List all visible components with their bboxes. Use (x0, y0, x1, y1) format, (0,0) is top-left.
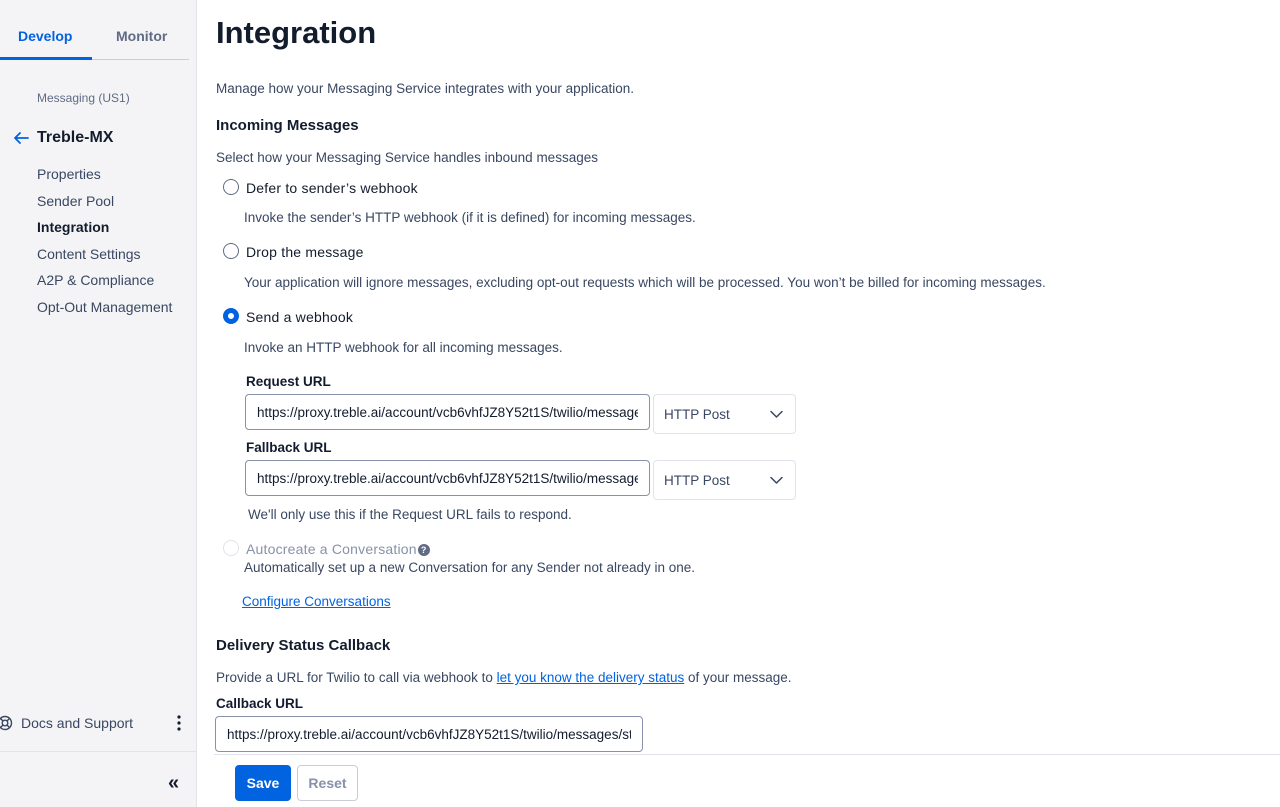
reset-button[interactable]: Reset (297, 765, 358, 801)
request-url-label: Request URL (246, 374, 331, 389)
fallback-url-input[interactable] (245, 460, 650, 496)
autocreate-conversation-text: Autocreate a Conversation (246, 541, 417, 557)
delivery-description-text: Provide a URL for Twilio to call via web… (216, 670, 497, 685)
service-name: Treble-MX (37, 129, 114, 146)
request-method-value: HTTP Post (664, 407, 730, 422)
sidebar-item-content-settings[interactable]: Content Settings (37, 245, 172, 272)
page-title: Integration (216, 15, 377, 50)
docs-and-support[interactable]: Docs and Support (0, 713, 189, 733)
tab-monitor[interactable]: Monitor (116, 28, 167, 44)
fallback-url-label: Fallback URL (246, 440, 332, 455)
main-content: Integration Manage how your Messaging Se… (215, 0, 1280, 807)
sidebar-item-integration[interactable]: Integration (37, 218, 172, 245)
request-url-input[interactable] (245, 394, 650, 430)
fallback-method-value: HTTP Post (664, 473, 730, 488)
sidebar-divider (0, 751, 197, 752)
tab-develop[interactable]: Develop (18, 28, 72, 44)
sidebar-item-properties[interactable]: Properties (37, 165, 172, 192)
sidebar-item-opt-out-management[interactable]: Opt-Out Management (37, 298, 172, 325)
delivery-status-description: Provide a URL for Twilio to call via web… (216, 670, 792, 685)
delivery-status-link[interactable]: let you know the delivery status (497, 670, 685, 685)
delivery-description-tail: of your message. (684, 670, 792, 685)
autocreate-conversation-label: Autocreate a Conversation? (246, 541, 430, 557)
radio-label-send-webhook[interactable]: Send a webhook (246, 309, 353, 325)
more-options-icon[interactable] (176, 714, 182, 732)
fallback-method-select[interactable]: HTTP Post (653, 460, 796, 500)
incoming-messages-description: Select how your Messaging Service handle… (216, 150, 598, 165)
callback-url-input[interactable] (215, 716, 643, 752)
sidebar-tabs: Develop Monitor (0, 0, 189, 60)
radio-defer-to-sender-webhook[interactable] (223, 179, 239, 195)
radio-help-defer: Invoke the sender’s HTTP webhook (if it … (244, 210, 696, 225)
radio-drop-message[interactable] (223, 243, 239, 259)
question-mark-icon[interactable]: ? (417, 544, 430, 556)
product-label: Messaging (US1) (37, 91, 130, 105)
autocreate-conversation-help: Automatically set up a new Conversation … (244, 560, 696, 575)
chevron-down-icon (770, 410, 783, 418)
sidebar-item-sender-pool[interactable]: Sender Pool (37, 192, 172, 219)
sidebar-item-a2p-compliance[interactable]: A2P & Compliance (37, 271, 172, 298)
action-bar: Save Reset (214, 754, 1280, 807)
sidebar: Develop Monitor Messaging (US1) Treble-M… (0, 0, 197, 807)
radio-help-send-webhook: Invoke an HTTP webhook for all incoming … (244, 340, 563, 355)
collapse-sidebar-icon[interactable]: « (168, 772, 179, 795)
back-to-services-link[interactable]: Treble-MX (12, 129, 113, 147)
chevron-down-icon (770, 476, 783, 484)
fallback-url-help: We'll only use this if the Request URL f… (248, 507, 572, 522)
radio-autocreate-conversation (223, 540, 239, 556)
incoming-messages-title: Incoming Messages (216, 117, 359, 134)
page-description: Manage how your Messaging Service integr… (216, 81, 634, 96)
delivery-status-callback-title: Delivery Status Callback (216, 637, 391, 654)
radio-send-webhook[interactable] (223, 308, 239, 324)
radio-label-defer[interactable]: Defer to sender’s webhook (246, 180, 418, 196)
configure-conversations-link[interactable]: Configure Conversations (242, 594, 391, 609)
lifebuoy-icon (0, 715, 13, 731)
radio-label-drop[interactable]: Drop the message (246, 244, 364, 260)
radio-help-drop: Your application will ignore messages, e… (244, 275, 1046, 290)
active-tab-indicator (0, 57, 92, 60)
sidebar-nav: Properties Sender Pool Integration Conte… (37, 165, 172, 325)
request-method-select[interactable]: HTTP Post (653, 394, 796, 434)
arrow-left-icon (14, 132, 29, 144)
save-button[interactable]: Save (235, 765, 291, 801)
docs-and-support-label: Docs and Support (21, 715, 134, 731)
callback-url-label: Callback URL (216, 696, 304, 711)
